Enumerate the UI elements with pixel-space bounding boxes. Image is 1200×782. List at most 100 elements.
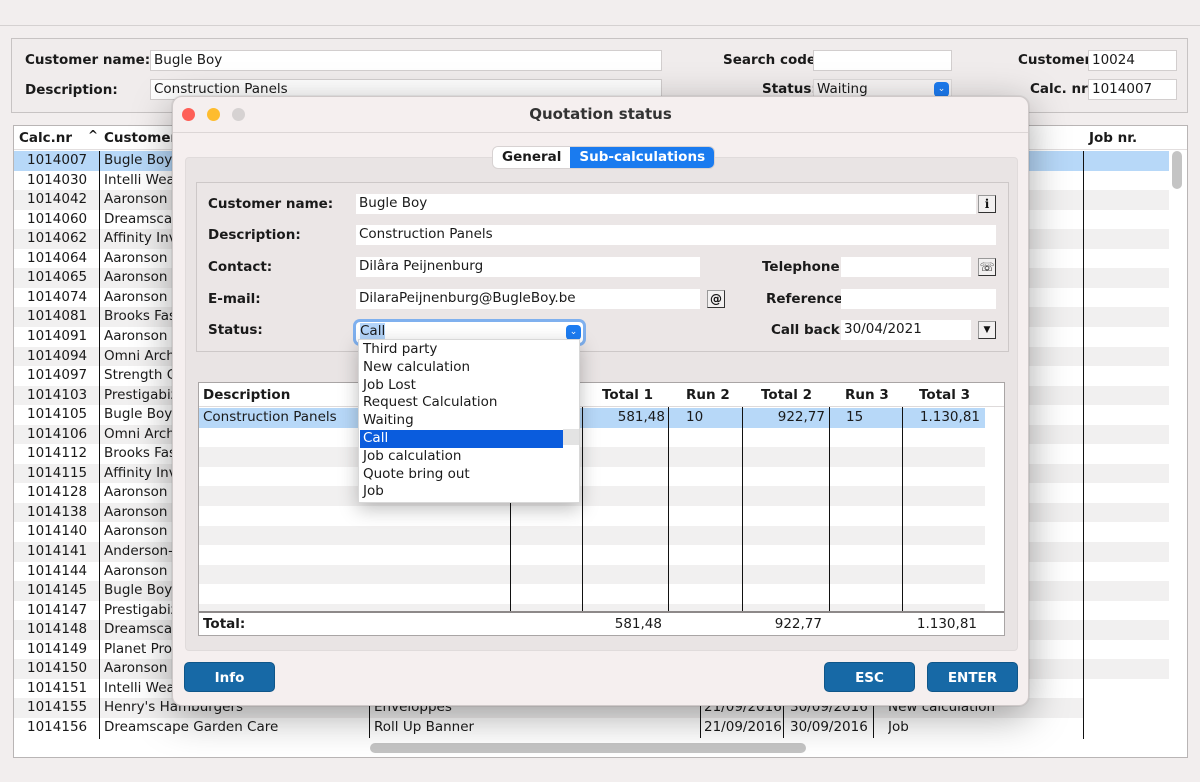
customer-name-field[interactable]: Bugle Boy [150,50,662,71]
column-header-calc-nr[interactable]: Calc.nr [19,130,72,146]
calc-nr-cell: 1014149 [27,640,88,657]
grid-row[interactable] [199,486,985,506]
telephone-label: Telephone: [762,259,846,275]
status-option[interactable]: Job [360,483,563,501]
dialog-titlebar: Quotation status [173,97,1028,133]
reference-label: Reference: [766,291,849,307]
sub-calculations-grid: Description Total 1 Run 2 Total 2 Run 3 … [198,382,1005,636]
chevron-down-icon[interactable]: ⌄ [934,82,949,97]
customer-name-field[interactable]: Bugle Boy [356,194,976,214]
chevron-down-icon[interactable]: ⌄ [566,325,581,340]
column-header-total-1: Total 1 [602,387,653,403]
grid-row[interactable] [199,428,985,448]
description-field[interactable]: Construction Panels [356,225,996,245]
column-divider [829,407,830,635]
grid-row[interactable] [199,467,985,487]
horizontal-scrollbar[interactable] [370,743,806,753]
esc-button[interactable]: ESC [824,662,915,692]
status-select-value: Call [360,323,386,339]
calc-nr-cell: 1014112 [27,445,88,462]
grid-row[interactable] [199,506,985,526]
run-3-cell: 15 [846,409,864,425]
calc-nr-cell: 1014103 [27,386,88,403]
quotation-form-box: Customer name: Bugle Boy i Description: … [196,182,1009,352]
grid-row[interactable] [199,584,985,604]
status-cell: Job [888,718,909,735]
status-select-value: Waiting [817,81,868,97]
info-icon[interactable]: i [978,195,996,213]
calc-nr-cell: 1014151 [27,679,88,696]
status-option[interactable]: Waiting [360,412,563,430]
dropdown-scrollbar[interactable] [563,429,579,445]
column-header-total-2: Total 2 [761,387,812,403]
phone-icon[interactable]: ☏ [978,258,996,276]
status-dropdown-list: Third party New calculation Job Lost Reques… [358,339,580,503]
customer-number-label: Customer [1018,52,1092,68]
grid-row[interactable]: Construction Panels 581,48 10 922,77 15 1.130… [199,408,985,428]
total-1-cell: 581,48 [617,409,665,425]
total-2-cell: 922,77 [777,409,825,425]
calc-nr-cell: 1014140 [27,523,88,540]
dialog-tabs: General Sub-calculations [493,147,715,168]
calc-nr-cell: 1014074 [27,288,88,305]
grid-header: Description Total 1 Run 2 Total 2 Run 3 … [199,383,1004,407]
grid-row[interactable] [199,564,985,585]
tab-general[interactable]: General [493,147,571,168]
calc-nr-cell: 1014081 [27,308,88,325]
dialog-title: Quotation status [529,105,672,123]
status-label: Status: [762,81,817,97]
column-divider [668,407,669,635]
status-option[interactable]: Call [360,430,563,448]
status-option[interactable]: New calculation [360,359,563,377]
total-1-value: 581,48 [614,616,662,632]
status-option[interactable]: Job Lost [360,377,563,395]
status-option[interactable]: Job calculation [360,448,563,466]
column-divider [582,407,583,635]
email-field[interactable]: DilaraPeijnenburg@BugleBoy.be [356,289,700,309]
description-label: Description: [208,227,301,243]
customer-number-field[interactable]: 10024 [1088,50,1177,71]
calc-nr-field[interactable]: 1014007 [1088,79,1177,100]
calc-nr-cell: 1014065 [27,269,88,286]
reference-field[interactable] [841,289,996,309]
search-code-field[interactable] [813,50,952,71]
calc-nr-cell: 1014007 [27,152,88,168]
telephone-field[interactable] [841,257,971,277]
calc-nr-cell: 1014042 [27,191,88,208]
vertical-scrollbar[interactable] [1172,151,1182,189]
calc-nr-cell: 1014091 [27,327,88,344]
quotation-status-dialog: Quotation status Customer name: Bugle Bo… [172,96,1029,706]
calc-nr-cell: 1014141 [27,543,88,559]
call-back-date-field[interactable]: 30/04/2021 [841,320,971,340]
calc-nr-cell: 1014105 [27,406,88,423]
calc-nr-cell: 1014128 [27,484,88,501]
email-icon[interactable]: @ [707,290,725,308]
grid-row[interactable] [199,447,985,467]
contact-field[interactable]: Dilâra Peijnenburg [356,257,700,277]
customer-cell: Dreamscape Garden Care [104,718,279,735]
column-header-customer[interactable]: Customer [104,130,177,146]
grid-row[interactable] [199,545,985,565]
grid-row[interactable] [199,525,985,546]
calc-nr-label: Calc. nr: [1030,81,1094,97]
enter-button[interactable]: ENTER [927,662,1018,692]
total-3-cell: 1.130,81 [919,409,980,425]
description-label: Description: [25,82,118,98]
calc-nr-cell: 1014106 [27,425,88,442]
window-top-divider [0,25,1200,26]
calc-nr-cell: 1014150 [27,660,88,677]
column-divider [902,407,903,635]
calc-nr-cell: 1014156 [27,718,88,735]
sub-calculations-panel: Customer name: Bugle Boy i Description: … [185,157,1018,651]
calc-nr-cell: 1014147 [27,601,88,618]
tab-sub-calculations[interactable]: Sub-calculations [570,147,715,168]
info-button[interactable]: Info [184,662,275,692]
table-row[interactable]: 1014156 Dreamscape Garden Care Roll Up Ban… [14,718,1084,738]
column-header-run-3: Run 3 [845,387,889,403]
calendar-dropdown-icon[interactable]: ▼ [978,321,996,339]
status-option[interactable]: Quote bring out [360,466,563,484]
status-option[interactable]: Third party [360,341,563,359]
calc-nr-cell: 1014030 [27,171,88,188]
status-option[interactable]: Request Calculation [360,394,563,412]
column-header-job-nr[interactable]: Job nr. [1089,130,1137,146]
